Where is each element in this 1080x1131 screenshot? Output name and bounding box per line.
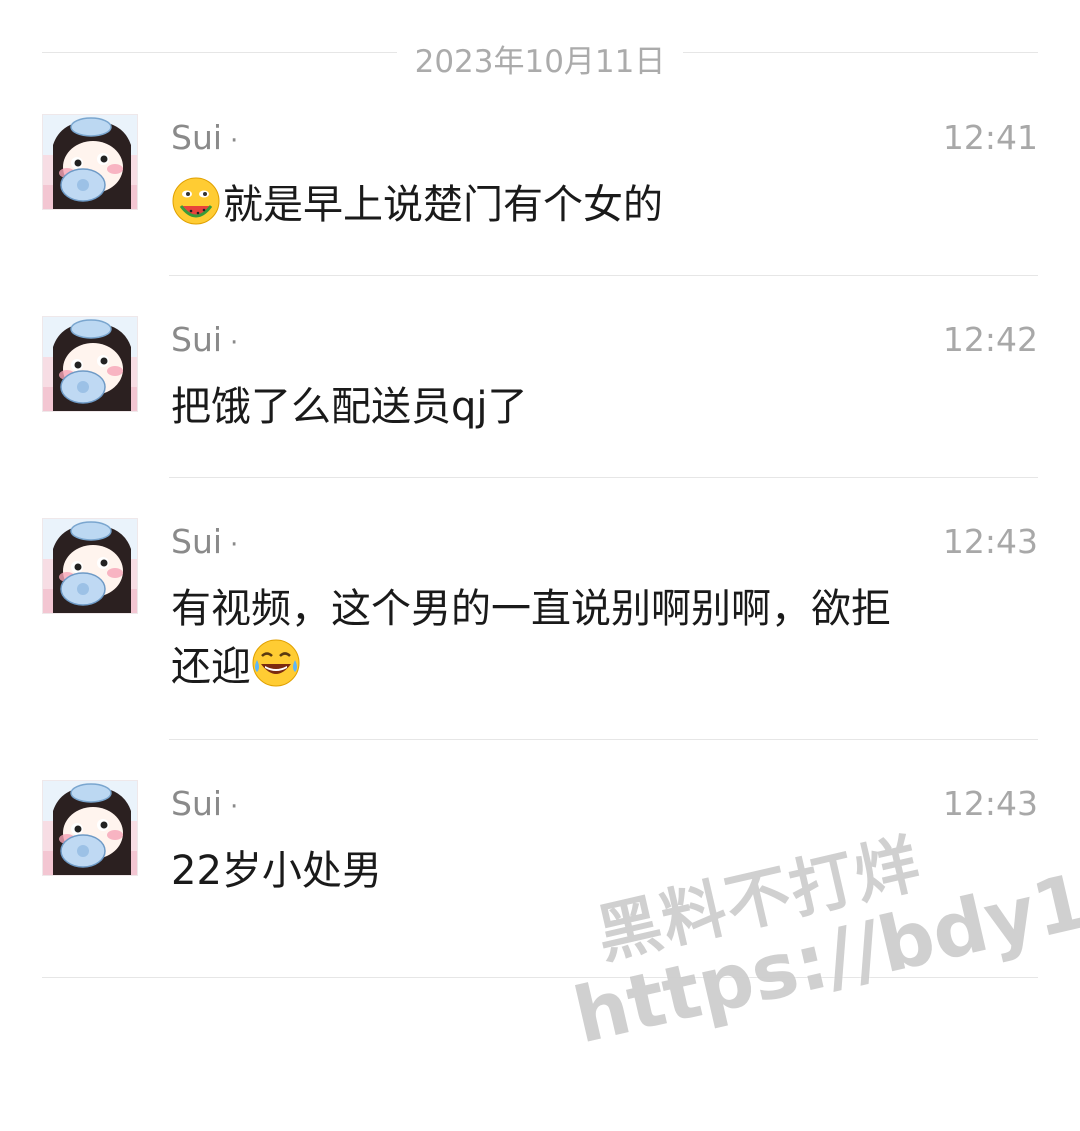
sender-name[interactable]: Sui · — [171, 784, 238, 823]
divider — [169, 477, 1038, 478]
message-text-line: 有视频，这个男的一直说别啊别啊，欲拒 — [171, 586, 891, 632]
divider — [169, 275, 1038, 276]
message-time: 12:41 — [942, 118, 1038, 157]
message-text[interactable]: 把饿了么配送员qj了 — [171, 378, 1011, 436]
avatar[interactable] — [42, 518, 138, 614]
watermark: 黑料不打烊 https://bdy10.co — [520, 694, 1080, 1061]
sender-dot: · — [230, 530, 239, 560]
message-time: 12:43 — [942, 522, 1038, 561]
face-eating-watermelon-emoji — [171, 176, 221, 226]
message-item: Sui · 12:42 把饿了么配送员qj了 — [42, 316, 1038, 478]
tears-of-joy-emoji — [251, 638, 301, 688]
sender-dot: · — [230, 126, 239, 156]
message-text[interactable]: 就是早上说楚门有个女的 — [171, 176, 1011, 234]
sender-name[interactable]: Sui · — [171, 118, 238, 157]
date-separator: 2023年10月11日 — [42, 30, 1038, 80]
sender-name[interactable]: Sui · — [171, 320, 238, 359]
message-item: Sui · 12:43 有视频，这个男的一直说别啊别啊，欲拒 还迎 — [42, 518, 1038, 740]
message-time: 12:42 — [942, 320, 1038, 359]
avatar[interactable] — [42, 780, 138, 876]
sender-dot: · — [230, 792, 239, 822]
avatar[interactable] — [42, 316, 138, 412]
sender-name[interactable]: Sui · — [171, 522, 238, 561]
avatar[interactable] — [42, 114, 138, 210]
message-item: Sui · 12:41 就是早上说楚门有个女的 — [42, 114, 1038, 276]
message-text-line: 还迎 — [171, 638, 1011, 696]
message-text[interactable]: 有视频，这个男的一直说别啊别啊，欲拒 还迎 — [171, 580, 1011, 696]
sender-dot: · — [230, 328, 239, 358]
date-separator-text: 2023年10月11日 — [414, 44, 666, 80]
date-separator-line-right — [683, 52, 1038, 53]
